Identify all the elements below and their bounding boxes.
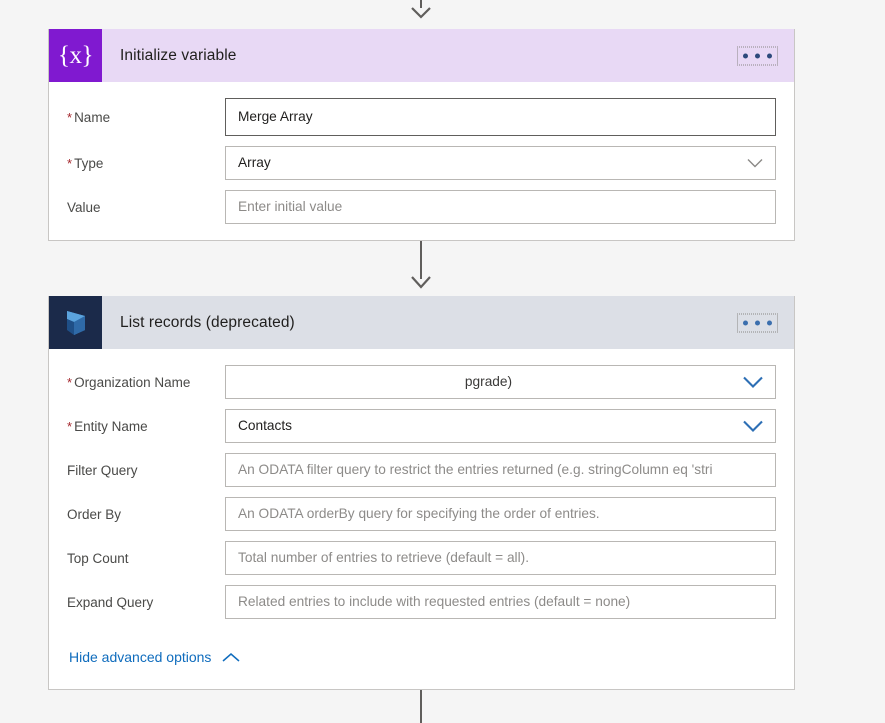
form-row-organization-name: * Organization Name pgrade) (67, 365, 776, 399)
entity-name-dropdown[interactable]: Contacts (225, 409, 776, 443)
hide-advanced-options-link[interactable]: Hide advanced options (69, 649, 241, 665)
required-marker: * (67, 155, 73, 171)
menu-dot (743, 53, 748, 58)
action-card-list-records[interactable]: List records (deprecated) * Organization … (48, 296, 795, 690)
field-wrapper: Merge Array (225, 98, 776, 136)
field-label: * Name (67, 110, 225, 125)
field-label: * Organization Name (67, 375, 225, 390)
form-row-entity-name: * Entity Name Contacts (67, 409, 776, 443)
field-wrapper: Related entries to include with requeste… (225, 585, 776, 619)
filter-query-input[interactable]: An ODATA filter query to restrict the en… (225, 453, 776, 487)
required-marker: * (67, 418, 73, 434)
field-label-text: Entity Name (74, 418, 148, 434)
menu-dot (755, 53, 760, 58)
field-label-text: Organization Name (74, 374, 191, 390)
form-row-type: * Type Array (67, 146, 776, 180)
connector-line (420, 241, 422, 279)
field-label: * Entity Name (67, 419, 225, 434)
field-label: Top Count (67, 551, 225, 566)
field-wrapper: Enter initial value (225, 190, 776, 224)
connector-arrow-icon (407, 274, 435, 290)
required-marker: * (67, 374, 73, 390)
order-by-input[interactable]: An ODATA orderBy query for specifying th… (225, 497, 776, 531)
form-row-name: * Name Merge Array (67, 98, 776, 136)
menu-dot (767, 53, 772, 58)
connector-line (420, 690, 422, 723)
form-row-top-count: Top Count Total number of entries to ret… (67, 541, 776, 575)
required-marker: * (67, 109, 73, 125)
field-wrapper: Array (225, 146, 776, 180)
menu-dot (767, 320, 772, 325)
field-label: Value (67, 200, 225, 215)
menu-dot (755, 320, 760, 325)
connector-line (420, 0, 422, 8)
name-input[interactable]: Merge Array (225, 98, 776, 136)
field-label: Expand Query (67, 595, 225, 610)
field-label: Order By (67, 507, 225, 522)
top-count-input[interactable]: Total number of entries to retrieve (def… (225, 541, 776, 575)
form-row-value: Value Enter initial value (67, 190, 776, 224)
card-menu-button[interactable] (737, 46, 778, 65)
card-header[interactable]: List records (deprecated) (49, 296, 794, 349)
card-title: Initialize variable (120, 46, 237, 64)
field-label: Filter Query (67, 463, 225, 478)
field-label-text: Type (74, 155, 104, 171)
form-row-filter-query: Filter Query An ODATA filter query to re… (67, 453, 776, 487)
connector-arrow-icon (407, 4, 435, 20)
field-label-text: Filter Query (67, 462, 138, 478)
chevron-up-icon (221, 652, 241, 663)
field-wrapper: pgrade) (225, 365, 776, 399)
variable-braces-icon: {x} (49, 29, 102, 82)
hide-advanced-options-label: Hide advanced options (69, 649, 212, 665)
organization-name-dropdown[interactable]: pgrade) (225, 365, 776, 399)
field-label-text: Order By (67, 506, 122, 522)
type-dropdown[interactable]: Array (225, 146, 776, 180)
field-label-text: Top Count (67, 550, 129, 566)
field-wrapper: An ODATA filter query to restrict the en… (225, 453, 776, 487)
card-body: * Organization Name pgrade) * Entity Name … (49, 349, 794, 681)
menu-dot (743, 320, 748, 325)
field-wrapper: Contacts (225, 409, 776, 443)
action-card-initialize-variable[interactable]: {x} Initialize variable * Name Merge Arra… (48, 29, 795, 241)
card-title: List records (deprecated) (120, 313, 295, 331)
card-body: * Name Merge Array * Type Array Value En… (49, 82, 794, 238)
field-label-text: Expand Query (67, 594, 154, 610)
form-row-order-by: Order By An ODATA orderBy query for spec… (67, 497, 776, 531)
field-label-text: Value (67, 199, 101, 215)
form-row-expand-query: Expand Query Related entries to include … (67, 585, 776, 619)
dynamics-365-icon (49, 296, 102, 349)
field-wrapper: Total number of entries to retrieve (def… (225, 541, 776, 575)
value-input[interactable]: Enter initial value (225, 190, 776, 224)
flow-designer-canvas: {x} Initialize variable * Name Merge Arra… (0, 0, 885, 723)
expand-query-input[interactable]: Related entries to include with requeste… (225, 585, 776, 619)
field-wrapper: An ODATA orderBy query for specifying th… (225, 497, 776, 531)
field-label: * Type (67, 156, 225, 171)
card-header[interactable]: {x} Initialize variable (49, 29, 794, 82)
card-menu-button[interactable] (737, 313, 778, 332)
field-label-text: Name (74, 109, 111, 125)
